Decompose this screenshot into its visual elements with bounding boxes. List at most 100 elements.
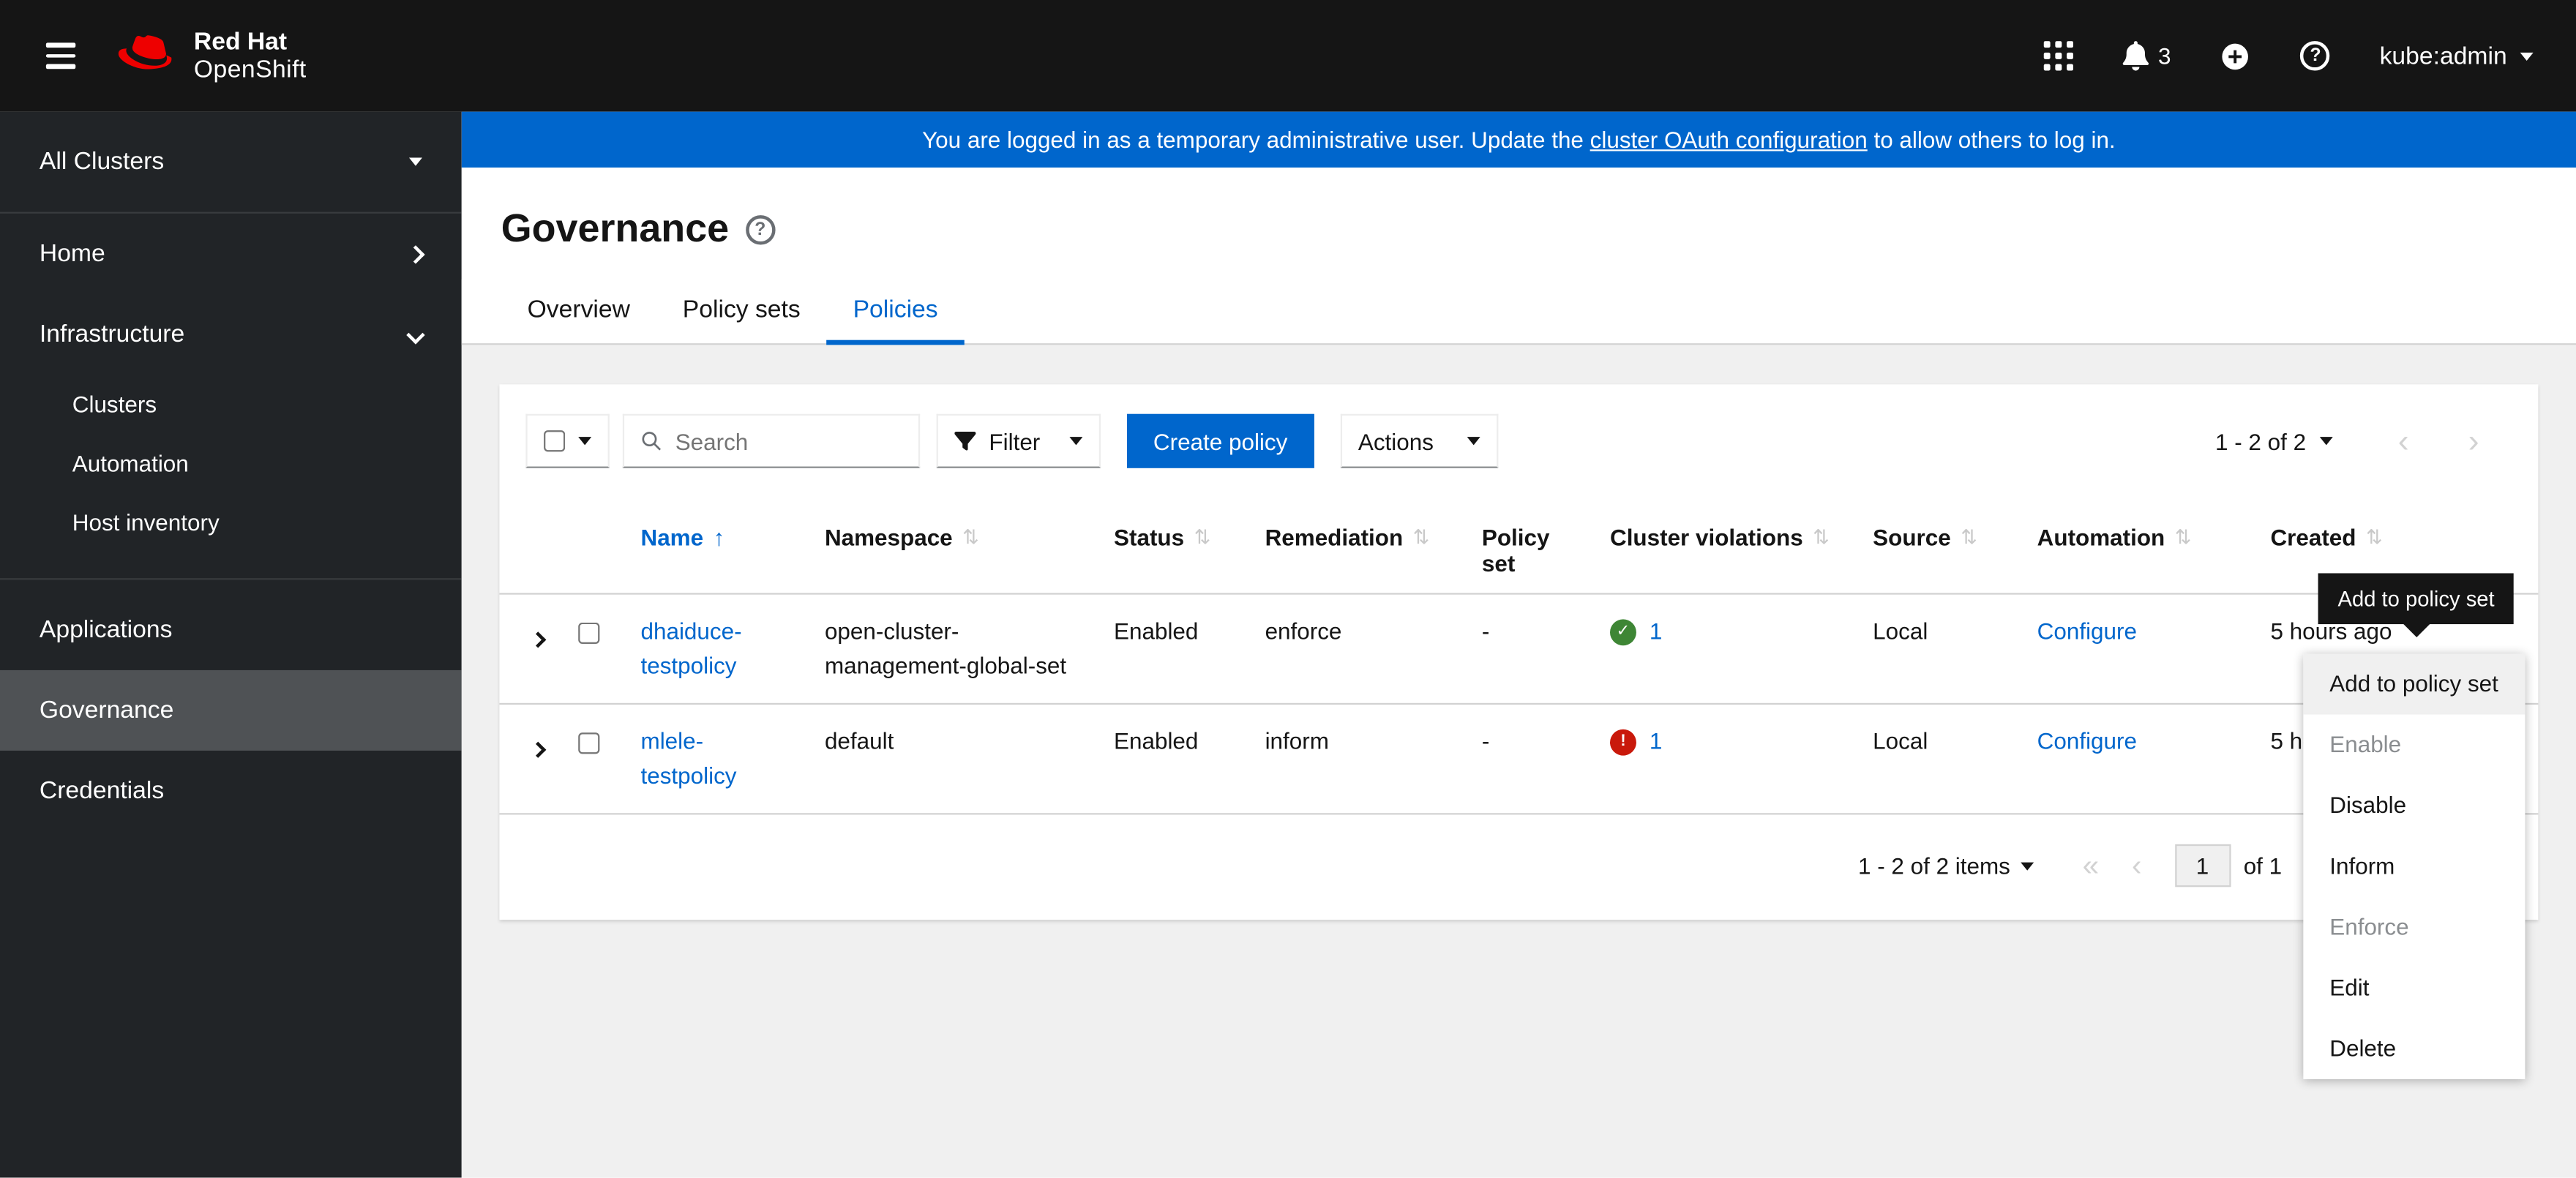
caret-down-icon bbox=[578, 437, 592, 446]
help-button[interactable]: ? bbox=[2300, 41, 2331, 71]
source-cell: Local bbox=[1873, 727, 1928, 754]
menu-item-disable[interactable]: Disable bbox=[2303, 776, 2525, 836]
namespace-cell: open-cluster-management-global-set bbox=[824, 618, 1067, 679]
menu-item-delete[interactable]: Delete bbox=[2303, 1018, 2525, 1079]
sidebar-item-infrastructure[interactable]: Infrastructure bbox=[0, 294, 462, 375]
actions-dropdown[interactable]: Actions bbox=[1340, 413, 1498, 468]
sort-icon: ⇅ bbox=[2174, 525, 2192, 549]
caret-down-icon[interactable] bbox=[2020, 861, 2034, 870]
policies-table: Name ↑ Namespace ⇅ Status ⇅ Remediation … bbox=[499, 508, 2539, 815]
bell-icon bbox=[2122, 41, 2149, 71]
menu-item-edit[interactable]: Edit bbox=[2303, 958, 2525, 1018]
bulk-select-dropdown[interactable] bbox=[525, 413, 610, 468]
column-header-source[interactable]: Source ⇅ bbox=[1873, 508, 2037, 567]
redhat-openshift-logo[interactable]: Red Hat OpenShift bbox=[118, 28, 307, 83]
menu-item-add-to-policy-set[interactable]: Add to policy set bbox=[2303, 653, 2526, 715]
sidebar-item-label: Governance bbox=[39, 696, 174, 725]
expand-row-chevron-icon[interactable] bbox=[530, 741, 547, 758]
question-circle-icon: ? bbox=[2300, 41, 2331, 71]
menu-item-inform[interactable]: Inform bbox=[2303, 836, 2525, 897]
user-menu-button[interactable]: kube:admin bbox=[2380, 42, 2534, 70]
sort-icon: ⇅ bbox=[962, 525, 979, 549]
search-input[interactable] bbox=[675, 427, 902, 454]
expand-column-header bbox=[499, 508, 574, 541]
username: kube:admin bbox=[2379, 42, 2507, 70]
cluster-violations-cell: ! 1 bbox=[1610, 705, 1873, 779]
sidebar-item-applications[interactable]: Applications bbox=[0, 590, 462, 670]
column-header-namespace[interactable]: Namespace ⇅ bbox=[825, 508, 1114, 567]
page-number-input[interactable] bbox=[2174, 844, 2231, 888]
menu-item-enforce: Enforce bbox=[2329, 913, 2409, 940]
filter-dropdown[interactable]: Filter bbox=[936, 413, 1101, 468]
column-header-cluster-violations[interactable]: Cluster violations ⇅ bbox=[1610, 508, 1873, 567]
row-checkbox[interactable] bbox=[578, 622, 600, 645]
brand-line1: Red Hat bbox=[193, 28, 288, 56]
table-toolbar: Filter Create policy Actions 1 - 2 of 2 bbox=[499, 384, 2538, 468]
sort-icon: ⇅ bbox=[1412, 525, 1430, 549]
sort-icon: ⇅ bbox=[1961, 525, 1977, 549]
caret-down-icon[interactable] bbox=[2319, 437, 2332, 446]
sort-icon: ⇅ bbox=[1194, 525, 1211, 549]
sidebar-item-host-inventory[interactable]: Host inventory bbox=[0, 492, 462, 552]
column-header-name[interactable]: Name ↑ bbox=[641, 508, 825, 567]
notifications-button[interactable]: 3 bbox=[2122, 41, 2171, 71]
bulk-select-checkbox[interactable] bbox=[544, 430, 566, 452]
nav-toggle-button[interactable] bbox=[40, 37, 82, 75]
sidebar-item-credentials[interactable]: Credentials bbox=[0, 751, 462, 831]
first-page-icon[interactable]: « bbox=[2083, 851, 2099, 880]
tab-policy-sets[interactable]: Policy sets bbox=[656, 280, 827, 344]
policies-card: Filter Create policy Actions 1 - 2 of 2 bbox=[499, 384, 2539, 920]
compliant-check-icon: ✓ bbox=[1610, 618, 1636, 645]
column-header-automation[interactable]: Automation ⇅ bbox=[2037, 508, 2244, 567]
sort-icon: ⇅ bbox=[1813, 525, 1830, 549]
table-header-row: Name ↑ Namespace ⇅ Status ⇅ Remediation … bbox=[499, 508, 2539, 595]
pagination-bottom: 1 - 2 of 2 items « ‹ of 1 › » bbox=[499, 814, 2538, 920]
sidebar-item-automation[interactable]: Automation bbox=[0, 434, 462, 493]
grid-icon bbox=[2043, 41, 2073, 71]
search-icon bbox=[642, 432, 662, 451]
oauth-config-link[interactable]: cluster OAuth configuration bbox=[1590, 127, 1868, 153]
expand-row-chevron-icon[interactable] bbox=[530, 631, 547, 648]
search-box[interactable] bbox=[622, 413, 921, 468]
next-page-icon[interactable]: › bbox=[2468, 424, 2479, 457]
namespace-cell: default bbox=[824, 727, 894, 754]
violations-count-link[interactable]: 1 bbox=[1650, 615, 1663, 649]
notification-count: 3 bbox=[2157, 42, 2171, 70]
prev-page-icon[interactable]: ‹ bbox=[2132, 851, 2141, 880]
cluster-violations-cell: ✓ 1 bbox=[1610, 595, 1873, 669]
row-actions-menu: Add to policy set Enable Disable Inform … bbox=[2303, 653, 2526, 1079]
tab-policies[interactable]: Policies bbox=[826, 280, 965, 345]
violations-count-link[interactable]: 1 bbox=[1650, 724, 1663, 759]
caret-down-icon bbox=[408, 157, 422, 166]
sidebar-item-clusters[interactable]: Clusters bbox=[0, 375, 462, 434]
column-header-policy-set[interactable]: Policy set bbox=[1482, 508, 1610, 593]
column-header-created[interactable]: Created ⇅ bbox=[2244, 508, 2539, 567]
menu-item-enable: Enable bbox=[2329, 730, 2402, 757]
prev-page-icon[interactable]: ‹ bbox=[2398, 424, 2409, 457]
create-policy-button[interactable]: Create policy bbox=[1127, 413, 1314, 468]
configure-automation-link[interactable]: Configure bbox=[2037, 618, 2137, 644]
policy-name-link[interactable]: mlele-testpolicy bbox=[641, 727, 737, 788]
configure-automation-link[interactable]: Configure bbox=[2037, 727, 2137, 754]
column-header-status[interactable]: Status ⇅ bbox=[1114, 508, 1265, 567]
page-of-label: of 1 bbox=[2243, 852, 2283, 879]
sidebar-item-governance[interactable]: Governance bbox=[0, 669, 462, 751]
policy-name-link[interactable]: dhaiduce-testpolicy bbox=[641, 618, 742, 678]
violation-exclamation-icon: ! bbox=[1610, 728, 1636, 755]
sidebar-item-label: Applications bbox=[39, 615, 173, 645]
remediation-cell: enforce bbox=[1265, 618, 1342, 645]
column-header-remediation[interactable]: Remediation ⇅ bbox=[1265, 508, 1482, 567]
tab-bar: Overview Policy sets Policies bbox=[461, 279, 2576, 345]
app-launcher-button[interactable] bbox=[2043, 41, 2073, 71]
page-help-icon[interactable]: ? bbox=[745, 215, 775, 245]
sidebar-item-home[interactable]: Home bbox=[0, 214, 462, 294]
caret-down-icon bbox=[1467, 437, 1480, 446]
masthead: Red Hat OpenShift 3 ? kube:admin bbox=[0, 0, 2576, 112]
login-banner: You are logged in as a temporary adminis… bbox=[461, 111, 2576, 168]
add-button[interactable] bbox=[2220, 40, 2252, 72]
chevron-right-icon bbox=[406, 244, 425, 263]
banner-text-after: to allow others to log in. bbox=[1867, 126, 2116, 153]
tab-overview[interactable]: Overview bbox=[501, 280, 656, 344]
row-checkbox[interactable] bbox=[578, 732, 600, 754]
cluster-selector[interactable]: All Clusters bbox=[0, 112, 462, 214]
